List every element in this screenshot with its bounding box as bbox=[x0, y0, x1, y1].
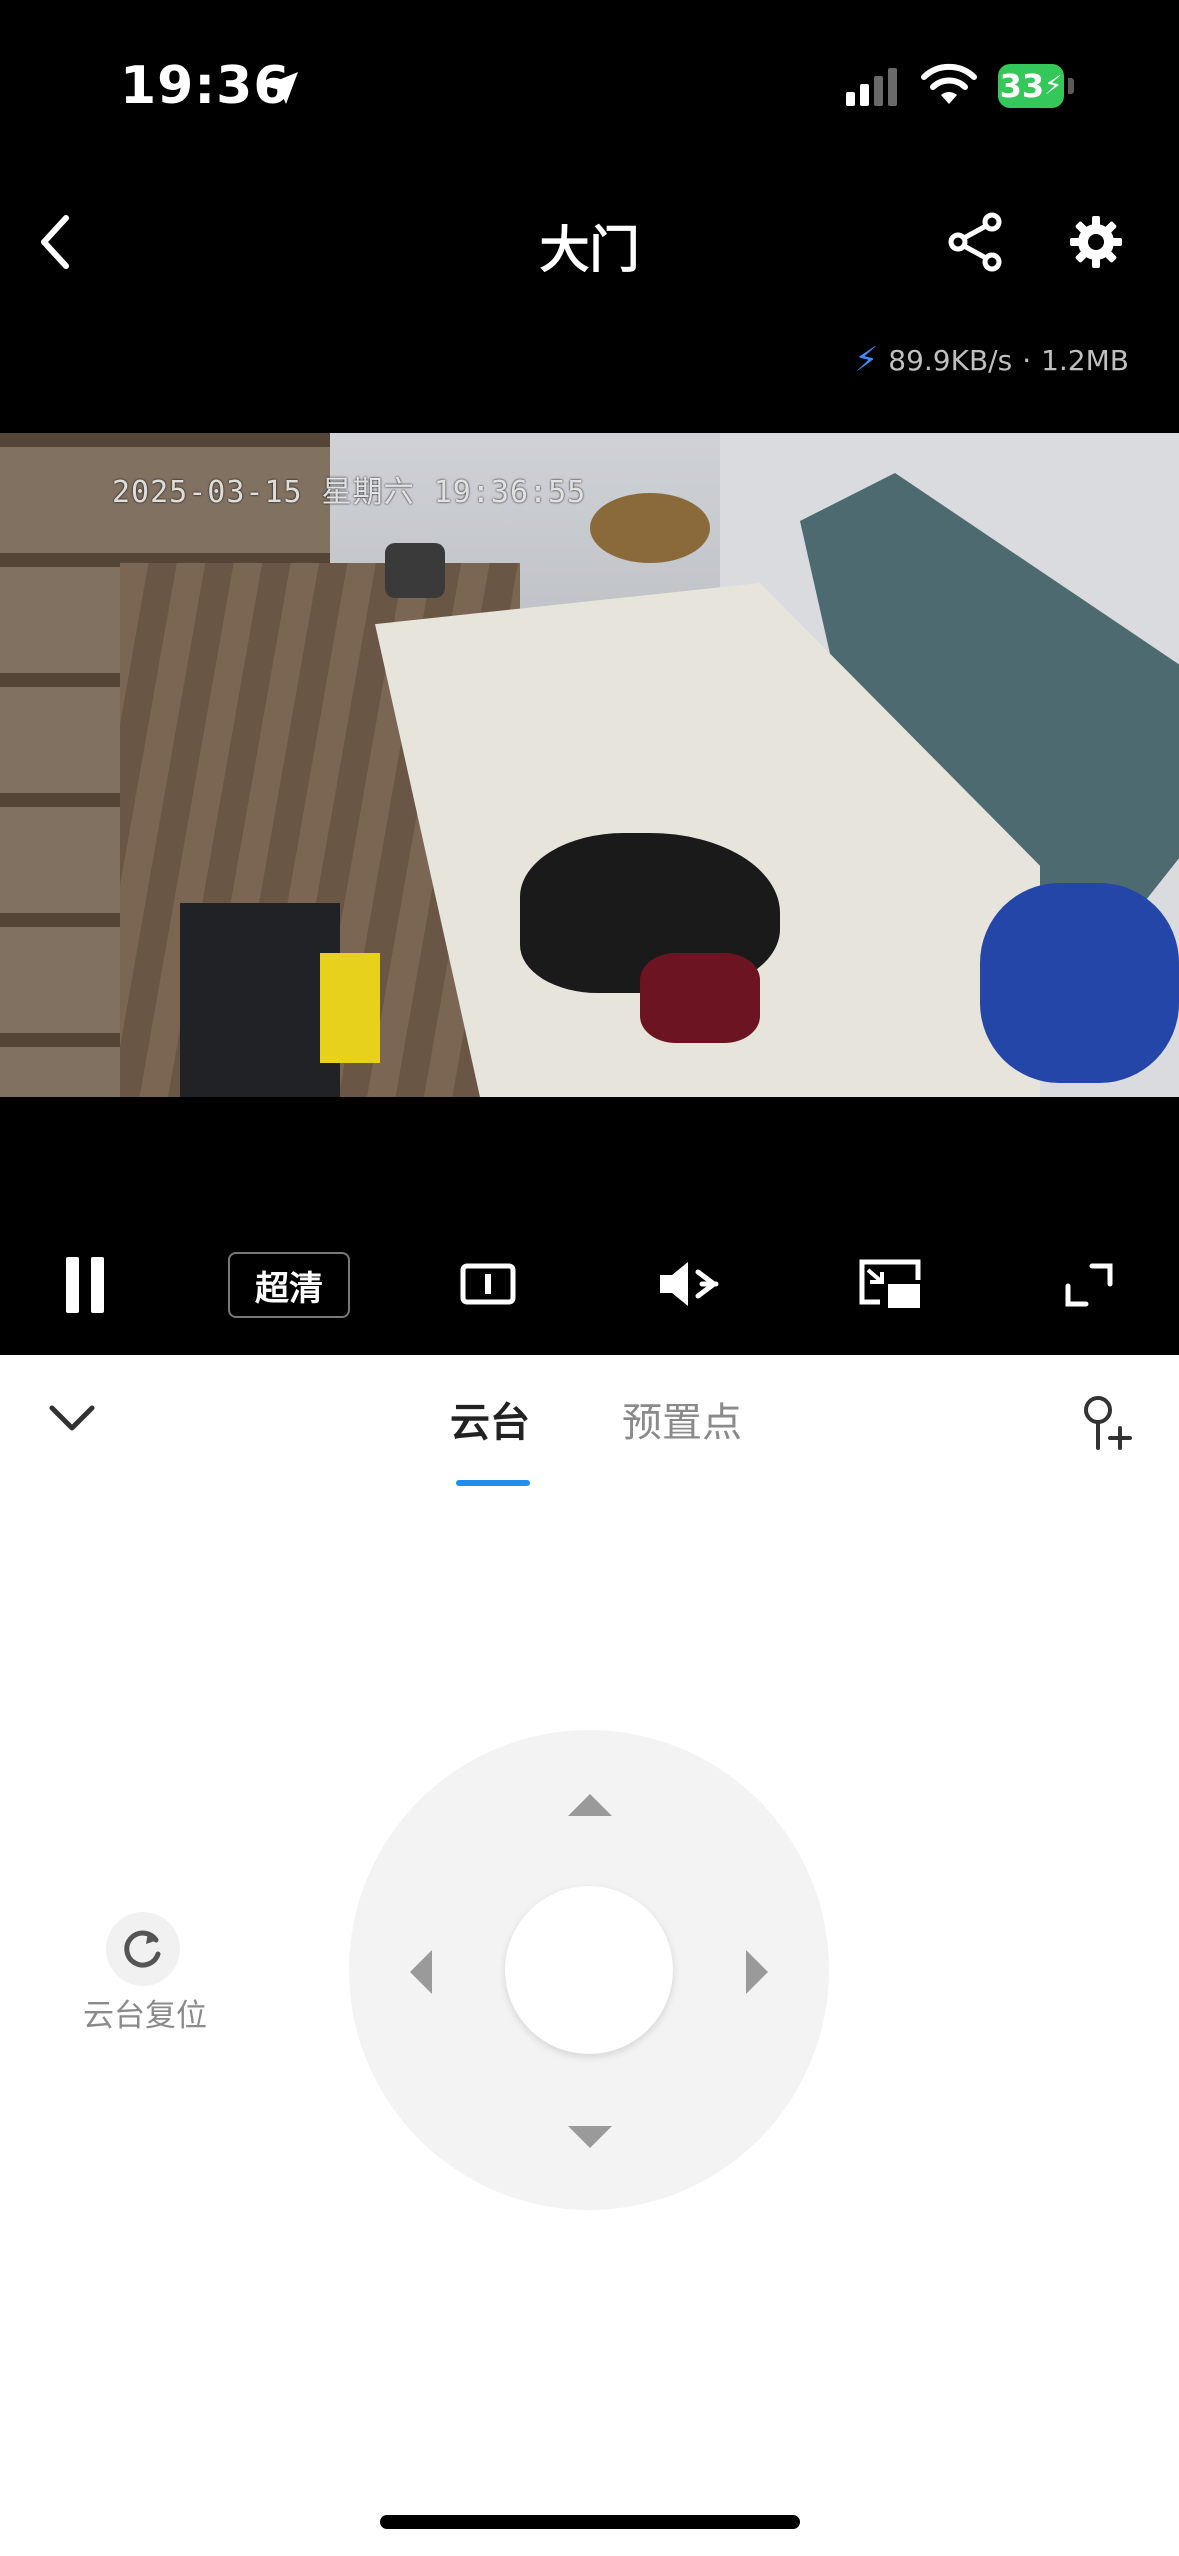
home-indicator bbox=[380, 2515, 800, 2529]
add-location-icon[interactable] bbox=[1080, 1394, 1132, 1452]
quality-button[interactable]: 超清 bbox=[228, 1252, 350, 1318]
tab-presets[interactable]: 预置点 bbox=[622, 1390, 742, 1448]
ptz-reset-button[interactable] bbox=[106, 1912, 180, 1986]
data-used: 1.2MB bbox=[1041, 343, 1129, 377]
stream-speed: ⚡ 89.9KB/s · 1.2MB bbox=[854, 340, 1129, 380]
camera-video-feed[interactable]: 2025-03-15 星期六 19:36:55 bbox=[0, 433, 1179, 1097]
collapse-chevron-down-icon[interactable] bbox=[48, 1402, 96, 1434]
speed-value: 89.9KB/s bbox=[888, 343, 1013, 377]
battery-indicator: 33 ⚡ bbox=[998, 64, 1064, 108]
pan-down-arrow[interactable] bbox=[568, 2126, 612, 2148]
gear-icon[interactable] bbox=[1066, 212, 1126, 272]
joystick-center-knob[interactable] bbox=[505, 1886, 673, 2054]
battery-level: 33 bbox=[999, 67, 1045, 105]
pan-up-arrow[interactable] bbox=[568, 1794, 612, 1816]
pan-right-arrow[interactable] bbox=[746, 1950, 768, 1994]
cellular-signal-icon bbox=[846, 68, 897, 106]
location-arrow-icon bbox=[264, 72, 298, 104]
refresh-icon bbox=[124, 1930, 161, 1968]
aspect-ratio-icon[interactable] bbox=[460, 1262, 516, 1306]
tab-active-indicator bbox=[456, 1480, 530, 1486]
tab-ptz[interactable]: 云台 bbox=[450, 1390, 530, 1448]
picture-in-picture-icon[interactable] bbox=[858, 1258, 922, 1310]
charging-bolt-icon: ⚡ bbox=[1044, 71, 1063, 101]
speed-separator: · bbox=[1022, 343, 1032, 377]
pan-left-arrow[interactable] bbox=[410, 1950, 432, 1994]
wifi-icon bbox=[921, 63, 977, 104]
ptz-reset-label: 云台复位 bbox=[83, 1998, 207, 2034]
video-timestamp-overlay: 2025-03-15 星期六 19:36:55 bbox=[112, 475, 587, 510]
bolt-icon: ⚡ bbox=[854, 340, 879, 380]
speaker-muted-icon[interactable] bbox=[656, 1258, 720, 1310]
share-icon[interactable] bbox=[946, 212, 1006, 272]
fullscreen-icon[interactable] bbox=[1064, 1262, 1114, 1308]
battery-nub bbox=[1068, 78, 1074, 94]
pause-button[interactable] bbox=[60, 1252, 110, 1318]
